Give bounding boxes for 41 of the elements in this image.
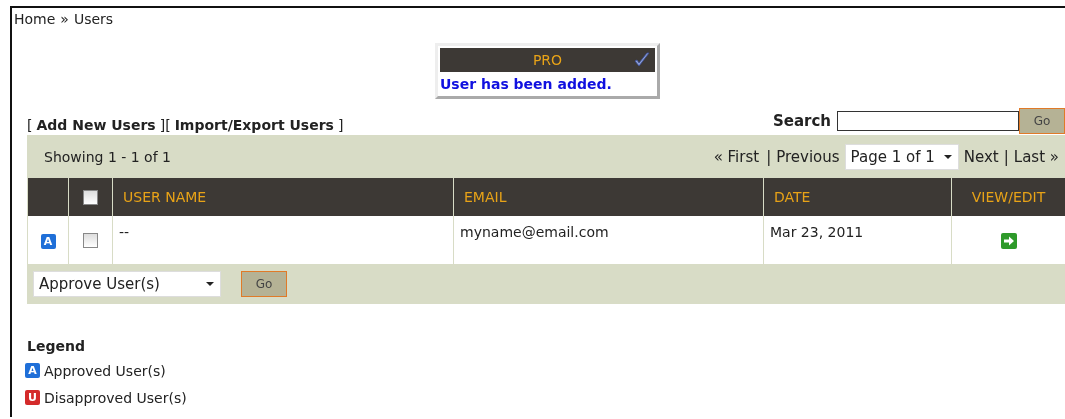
notice-title: PRO (532, 52, 563, 68)
table-cell: myname@email.com (460, 224, 609, 240)
previous-link[interactable]: Previous (776, 147, 840, 166)
notice-message: User has been added. (440, 75, 613, 94)
checkmark-icon (633, 51, 651, 69)
go-button[interactable]: Go (1019, 108, 1065, 134)
go-button[interactable]: Go (241, 271, 287, 297)
breadcrumb-item: Users (73, 11, 114, 27)
search-field[interactable] (837, 111, 1019, 131)
caret-icon (942, 153, 953, 160)
first-link[interactable]: « First (713, 147, 760, 166)
caret-icon (205, 281, 215, 287)
page-select[interactable]: Page 1 of 1 (844, 143, 959, 170)
bracket: ] (337, 117, 344, 133)
column-header: EMAIL (464, 189, 507, 205)
breadcrumb-separator: » (60, 11, 69, 27)
breadcrumb-item[interactable]: Home (14, 11, 56, 27)
table-cell: -- (119, 224, 130, 240)
legend-label: Approved User(s) (44, 362, 166, 379)
separator: | (1003, 147, 1009, 166)
bracket: [ (27, 117, 33, 133)
next-link[interactable]: Next (963, 147, 999, 166)
table-cell: Mar 23, 2011 (770, 224, 864, 240)
result-count: Showing 1 - 1 of 1 (44, 148, 171, 165)
action-link[interactable]: Add New Users (36, 117, 156, 133)
last-link[interactable]: Last » (1013, 147, 1059, 166)
search-label: Search (772, 112, 831, 130)
row-checkbox[interactable] (83, 233, 98, 249)
legend-label: Disapproved User(s) (44, 389, 187, 406)
status-badge: U (25, 390, 40, 405)
bracket: ][ (159, 117, 171, 133)
column-header: USER NAME (123, 189, 207, 205)
action-link[interactable]: Import/Export Users (174, 117, 334, 133)
bulk-action-select[interactable]: Approve User(s) (33, 271, 221, 297)
column-header: VIEW/EDIT (971, 189, 1046, 205)
separator: | (766, 147, 772, 166)
select-all-checkbox[interactable] (83, 190, 98, 206)
column-header: DATE (774, 189, 811, 205)
status-badge: A (40, 233, 56, 249)
legend-title: Legend (27, 338, 86, 354)
status-badge: A (25, 363, 40, 378)
